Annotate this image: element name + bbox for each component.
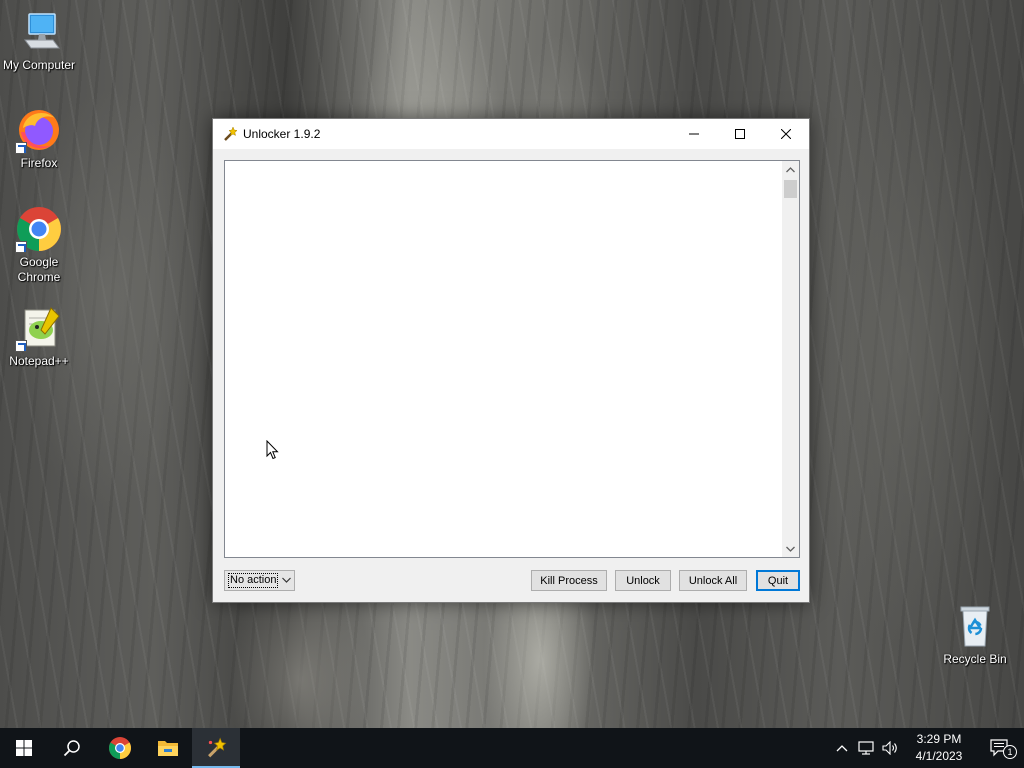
unlock-button[interactable]: Unlock — [615, 570, 671, 591]
unlocker-wand-icon — [222, 126, 238, 142]
kill-process-button[interactable]: Kill Process — [531, 570, 607, 591]
maximize-icon — [735, 129, 745, 139]
system-tray: 3:29 PM 4/1/2023 1 — [830, 728, 1024, 768]
quit-button[interactable]: Quit — [756, 570, 800, 591]
chevron-up-icon — [836, 745, 848, 752]
scroll-thumb[interactable] — [784, 180, 797, 198]
desktop-icon-label: Recycle Bin — [943, 652, 1007, 666]
chrome-icon — [15, 205, 63, 253]
scroll-down-button[interactable] — [782, 540, 799, 557]
start-button[interactable] — [0, 728, 48, 768]
vertical-scrollbar[interactable] — [782, 161, 799, 557]
unlock-all-button[interactable]: Unlock All — [679, 570, 747, 591]
desktop-icon-label: Notepad++ — [9, 354, 69, 368]
search-icon — [63, 740, 80, 757]
clock-date: 4/1/2023 — [915, 749, 963, 763]
taskbar-chrome[interactable] — [96, 728, 144, 768]
chevron-down-icon — [786, 546, 795, 552]
action-select[interactable]: No action — [224, 570, 295, 591]
desktop-icon-label: Firefox — [20, 156, 58, 170]
file-explorer-icon — [158, 741, 178, 756]
locking-handles-list[interactable] — [224, 160, 800, 558]
taskbar-file-explorer[interactable] — [144, 728, 192, 768]
clock-time: 3:29 PM — [916, 732, 962, 746]
notepadpp-icon — [15, 304, 63, 352]
unlocker-icon — [208, 737, 227, 758]
shortcut-arrow-icon — [15, 340, 27, 352]
speaker-icon — [882, 741, 897, 755]
minimize-button[interactable] — [671, 119, 717, 149]
volume-button[interactable] — [878, 728, 902, 768]
action-center-button[interactable]: 1 — [976, 728, 1024, 768]
notification-count-badge: 1 — [1003, 745, 1017, 759]
title-bar[interactable]: Unlocker 1.9.2 — [213, 119, 809, 149]
shortcut-arrow-icon — [15, 241, 27, 253]
mouse-cursor-icon — [266, 439, 280, 460]
network-button[interactable] — [854, 728, 878, 768]
desktop-icon-notepadpp[interactable]: Notepad++ — [1, 304, 77, 369]
taskbar: 3:29 PM 4/1/2023 1 — [0, 728, 1024, 768]
chrome-icon — [109, 737, 131, 759]
action-select-value: No action — [228, 573, 279, 588]
minimize-icon — [689, 133, 699, 135]
chevron-up-icon — [786, 166, 795, 172]
maximize-button[interactable] — [717, 119, 763, 149]
start-icon — [16, 740, 32, 756]
unlocker-window: Unlocker 1.9.2 No action Kill Process Un… — [212, 118, 810, 603]
desktop-icon-recycle-bin[interactable]: Recycle Bin — [937, 602, 1013, 667]
firefox-icon — [15, 106, 63, 154]
computer-icon — [15, 8, 63, 56]
shortcut-arrow-icon — [15, 142, 27, 154]
desktop-icon-label: My Computer — [2, 58, 76, 72]
close-button[interactable] — [763, 119, 809, 149]
close-icon — [781, 129, 791, 139]
taskbar-unlocker[interactable] — [192, 728, 240, 768]
clock[interactable]: 3:29 PM 4/1/2023 — [902, 731, 976, 765]
search-button[interactable] — [48, 728, 96, 768]
chevron-down-icon — [282, 573, 291, 590]
recycle-bin-icon — [951, 602, 999, 650]
network-icon — [858, 741, 874, 755]
desktop-icon-my-computer[interactable]: My Computer — [1, 8, 77, 73]
window-title: Unlocker 1.9.2 — [243, 127, 321, 141]
desktop-icon-label: Google Chrome — [17, 255, 61, 284]
desktop-icon-google-chrome[interactable]: Google Chrome — [1, 205, 77, 285]
show-hidden-icons-button[interactable] — [830, 728, 854, 768]
desktop-icon-firefox[interactable]: Firefox — [1, 106, 77, 171]
scroll-up-button[interactable] — [782, 161, 799, 178]
